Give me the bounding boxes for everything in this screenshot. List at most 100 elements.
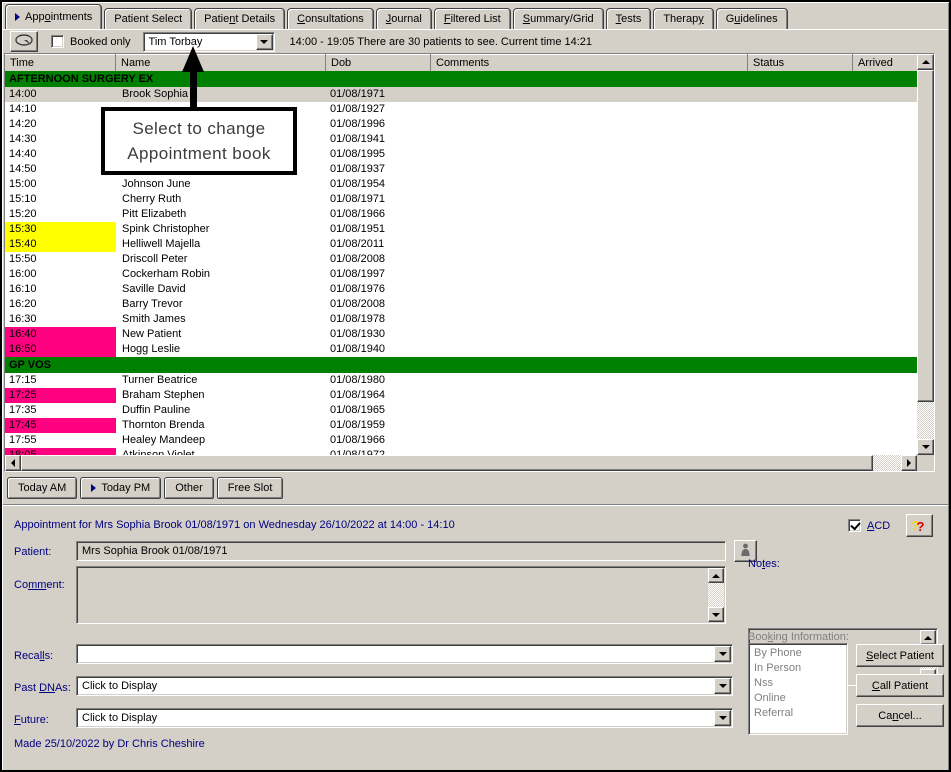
acd-checkbox[interactable] bbox=[848, 519, 861, 532]
cell-time: 14:20 bbox=[5, 117, 116, 132]
view-tab-free-slot[interactable]: Free Slot bbox=[217, 477, 284, 499]
cell-arrived bbox=[853, 388, 917, 403]
schedule-row[interactable]: 17:15Turner Beatrice01/08/1980 bbox=[5, 373, 917, 388]
cell-time: 16:40 bbox=[5, 327, 116, 342]
recalls-dropdown[interactable] bbox=[76, 644, 733, 664]
horizontal-scrollbar[interactable] bbox=[5, 455, 917, 471]
dropdown-arrow-icon[interactable] bbox=[714, 646, 731, 662]
cell-arrived bbox=[853, 237, 917, 252]
dropdown-arrow-icon[interactable] bbox=[256, 34, 273, 50]
tab-filtered-list[interactable]: Filtered List bbox=[434, 8, 511, 29]
tab-summary-grid[interactable]: Summary/Grid bbox=[513, 8, 604, 29]
tab-patient-details[interactable]: Patient Details bbox=[194, 8, 285, 29]
view-tab-other[interactable]: Other bbox=[164, 477, 214, 499]
call-patient-button[interactable]: Call Patient bbox=[856, 674, 944, 697]
schedule-row[interactable]: 15:50Driscoll Peter01/08/2008 bbox=[5, 252, 917, 267]
view-tab-today-pm[interactable]: Today PM bbox=[80, 477, 161, 499]
cell-comments bbox=[431, 342, 748, 357]
schedule-row[interactable]: 16:10Saville David01/08/1976 bbox=[5, 282, 917, 297]
cell-arrived bbox=[853, 102, 917, 117]
column-header-arrived[interactable]: Arrived bbox=[853, 54, 917, 71]
tab-tests[interactable]: Tests bbox=[606, 8, 652, 29]
cell-dob: 01/08/1966 bbox=[326, 433, 431, 448]
scroll-right-icon[interactable] bbox=[901, 455, 917, 471]
column-header-status[interactable]: Status bbox=[748, 54, 853, 71]
booking-option-by-phone: By Phone bbox=[749, 646, 847, 661]
appointment-book-select-value: Tim Torbay bbox=[144, 36, 274, 48]
tab-guidelines[interactable]: Guidelines bbox=[716, 8, 788, 29]
schedule-row[interactable]: 17:25Braham Stephen01/08/1964 bbox=[5, 388, 917, 403]
patient-query-button[interactable]: ?? bbox=[906, 514, 933, 537]
appointment-book-select[interactable]: Tim Torbay bbox=[143, 32, 275, 52]
patient-field[interactable]: Mrs Sophia Brook 01/08/1971 bbox=[76, 541, 726, 561]
cell-dob: 01/08/1954 bbox=[326, 177, 431, 192]
tab-therapy[interactable]: Therapy bbox=[653, 8, 713, 29]
cell-name: Helliwell Majella bbox=[116, 237, 326, 252]
scroll-down-icon[interactable] bbox=[917, 439, 934, 455]
recalls-label: Recalls: bbox=[14, 650, 53, 662]
select-patient-button[interactable]: Select Patient bbox=[856, 644, 944, 667]
future-dropdown[interactable]: Click to Display bbox=[76, 708, 733, 728]
schedule-row[interactable]: 16:30Smith James01/08/1978 bbox=[5, 312, 917, 327]
schedule-row[interactable]: 16:20Barry Trevor01/08/2008 bbox=[5, 297, 917, 312]
cell-status bbox=[748, 433, 853, 448]
schedule-row[interactable]: 16:00Cockerham Robin01/08/1997 bbox=[5, 267, 917, 282]
cell-name: Duffin Pauline bbox=[116, 403, 326, 418]
schedule-row[interactable]: 15:40Helliwell Majella01/08/2011 bbox=[5, 237, 917, 252]
booked-only-checkbox[interactable] bbox=[51, 35, 64, 48]
cell-name: Thornton Brenda bbox=[116, 418, 326, 433]
tab-patient-select[interactable]: Patient Select bbox=[104, 8, 192, 29]
tab-appointments[interactable]: Appointments bbox=[5, 4, 102, 29]
schedule-row[interactable]: 15:00Johnson June01/08/1954 bbox=[5, 177, 917, 192]
vertical-scroll-thumb[interactable] bbox=[917, 70, 934, 402]
cell-comments bbox=[431, 327, 748, 342]
column-header-time[interactable]: Time bbox=[5, 54, 116, 71]
cell-status bbox=[748, 388, 853, 403]
cancel-button[interactable]: Cancel... bbox=[856, 704, 944, 727]
cell-comments bbox=[431, 162, 748, 177]
section-header-row[interactable]: GP VOS bbox=[5, 357, 917, 373]
schedule-row[interactable]: 15:30Spink Christopher01/08/1951 bbox=[5, 222, 917, 237]
cell-comments bbox=[431, 312, 748, 327]
cell-name: Johnson June bbox=[116, 177, 326, 192]
cell-name: Healey Mandeep bbox=[116, 433, 326, 448]
schedule-row[interactable]: 17:35Duffin Pauline01/08/1965 bbox=[5, 403, 917, 418]
cell-comments bbox=[431, 87, 748, 102]
person-icon bbox=[740, 543, 751, 560]
cell-dob: 01/08/1959 bbox=[326, 418, 431, 433]
schedule-row[interactable]: 15:20Pitt Elizabeth01/08/1966 bbox=[5, 207, 917, 222]
tab-journal[interactable]: Journal bbox=[376, 8, 432, 29]
column-header-dob[interactable]: Dob bbox=[326, 54, 431, 71]
cell-dob: 01/08/1966 bbox=[326, 207, 431, 222]
future-label: Future: bbox=[14, 714, 49, 726]
view-tab-today-am[interactable]: Today AM bbox=[7, 477, 77, 499]
horizontal-scroll-thumb[interactable] bbox=[21, 455, 873, 471]
scroll-left-icon[interactable] bbox=[5, 455, 21, 471]
column-header-comments[interactable]: Comments bbox=[431, 54, 748, 71]
schedule-row[interactable]: 17:45Thornton Brenda01/08/1959 bbox=[5, 418, 917, 433]
cell-arrived bbox=[853, 132, 917, 147]
tab-label: Patient Details bbox=[204, 13, 275, 25]
appointment-book-button[interactable] bbox=[10, 31, 38, 52]
cell-comments bbox=[431, 297, 748, 312]
cell-comments bbox=[431, 102, 748, 117]
schedule-row[interactable]: 16:50Hogg Leslie01/08/1940 bbox=[5, 342, 917, 357]
section-header-row[interactable]: AFTERNOON SURGERY EX bbox=[5, 71, 917, 87]
app-window: Appointments Patient Select Patient Detail… bbox=[0, 0, 951, 772]
cell-arrived bbox=[853, 207, 917, 222]
tab-label: Patient Select bbox=[114, 13, 182, 25]
booked-only-label: Booked only bbox=[70, 36, 131, 48]
tab-consultations[interactable]: Consultations bbox=[287, 8, 374, 29]
cell-dob: 01/08/1941 bbox=[326, 132, 431, 147]
schedule-row[interactable]: 15:10Cherry Ruth01/08/1971 bbox=[5, 192, 917, 207]
schedule-row[interactable]: 14:00Brook Sophia01/08/1971 bbox=[5, 87, 917, 102]
past-dnas-dropdown[interactable]: Click to Display bbox=[76, 676, 733, 696]
cell-name: Cockerham Robin bbox=[116, 267, 326, 282]
vertical-scrollbar[interactable] bbox=[917, 54, 934, 455]
column-header-name[interactable]: Name bbox=[116, 54, 326, 71]
scroll-up-icon[interactable] bbox=[917, 54, 934, 70]
schedule-row[interactable]: 17:55Healey Mandeep01/08/1966 bbox=[5, 433, 917, 448]
dropdown-arrow-icon[interactable] bbox=[714, 710, 731, 726]
schedule-row[interactable]: 16:40New Patient01/08/1930 bbox=[5, 327, 917, 342]
dropdown-arrow-icon[interactable] bbox=[714, 678, 731, 694]
